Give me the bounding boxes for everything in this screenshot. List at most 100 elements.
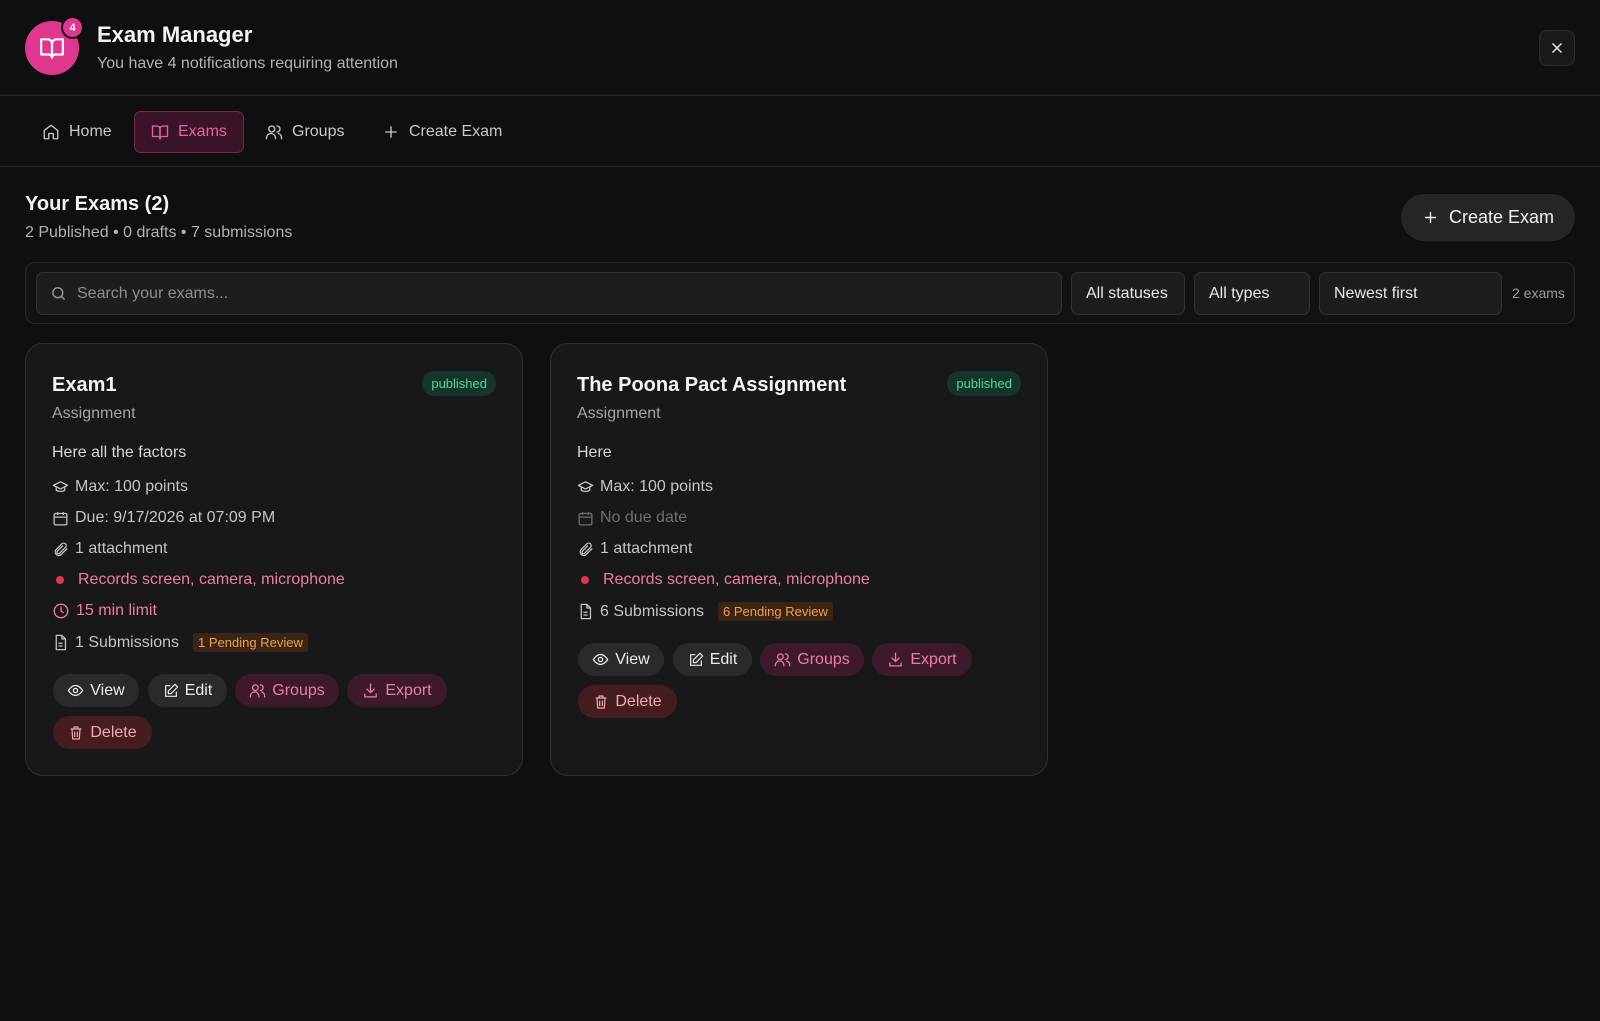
type-filter-select[interactable]: All types <box>1194 272 1310 315</box>
submissions: 6 Submissions <box>600 602 705 620</box>
delete-button[interactable]: Delete <box>53 716 152 749</box>
document-icon <box>55 634 67 651</box>
eye-icon <box>67 684 84 697</box>
trash-icon <box>596 694 607 709</box>
edit-button[interactable]: Edit <box>148 674 227 707</box>
edit-label: Edit <box>184 681 213 699</box>
max-points: Max: 100 points <box>600 478 713 495</box>
users-icon <box>265 125 283 140</box>
search-input[interactable] <box>77 284 1037 303</box>
tab-label: Create Exam <box>409 123 503 140</box>
export-button[interactable]: Export <box>872 643 972 676</box>
edit-button[interactable]: Edit <box>673 643 752 676</box>
plus-icon <box>1424 211 1437 224</box>
plus-icon <box>385 126 397 138</box>
notification-badge[interactable]: 4 <box>61 16 84 39</box>
sort-select[interactable]: Newest first <box>1319 272 1502 315</box>
export-button[interactable]: Export <box>347 674 447 707</box>
max-points: Max: 100 points <box>75 478 188 495</box>
view-label: View <box>90 681 125 699</box>
delete-label: Delete <box>90 723 137 741</box>
export-label: Export <box>385 681 432 699</box>
exam-summary: 2 Published • 0 drafts • 7 submissions <box>25 224 293 241</box>
close-button[interactable] <box>1539 30 1575 66</box>
view-label: View <box>615 650 650 668</box>
exam-title: Exam1 <box>52 374 117 396</box>
eye-icon <box>592 653 609 666</box>
time-limit: 15 min limit <box>76 602 157 619</box>
exam-description: Here <box>577 444 612 461</box>
create-exam-button[interactable]: Create Exam <box>1401 194 1575 241</box>
recording-dot-icon <box>581 576 589 584</box>
tab-exams[interactable]: Exams <box>134 111 244 153</box>
home-icon <box>43 124 59 140</box>
groups-button[interactable]: Groups <box>760 643 864 676</box>
graduation-cap-icon <box>577 480 594 492</box>
exam-type: Assignment <box>52 405 136 422</box>
book-icon <box>40 38 64 59</box>
tab-label: Groups <box>292 123 345 140</box>
view-button[interactable]: View <box>578 643 664 676</box>
proctoring: Records screen, camera, microphone <box>78 571 345 588</box>
download-icon <box>364 683 378 698</box>
tab-label: Home <box>69 123 112 140</box>
edit-icon <box>164 683 178 697</box>
status-badge: published <box>947 371 1021 396</box>
book-icon <box>151 125 169 140</box>
clock-icon <box>53 603 69 619</box>
paperclip-icon <box>579 542 593 556</box>
trash-icon <box>71 725 82 740</box>
recording-dot-icon <box>56 576 64 584</box>
submissions-row: 6 Submissions 6 Pending Review <box>577 602 833 621</box>
proctoring-row: Records screen, camera, microphone <box>577 571 870 589</box>
pending-review-badge: 1 Pending Review <box>193 633 308 652</box>
export-label: Export <box>910 650 957 668</box>
exam-count: 2 exams <box>1512 285 1565 301</box>
tab-create-exam[interactable]: Create Exam <box>366 111 518 153</box>
tab-label: Exams <box>178 123 227 140</box>
attachments: 1 attachment <box>75 540 168 557</box>
calendar-icon <box>53 511 68 526</box>
view-button[interactable]: View <box>53 674 139 707</box>
page-title: Your Exams (2) <box>25 193 170 215</box>
close-icon <box>1552 43 1562 53</box>
due-date-row: No due date <box>577 509 687 527</box>
exam-card: Exam1 published Assignment Here all the … <box>25 343 523 776</box>
pending-review-badge: 6 Pending Review <box>718 602 833 621</box>
tab-groups[interactable]: Groups <box>249 111 360 153</box>
delete-button[interactable]: Delete <box>578 685 677 718</box>
tab-home[interactable]: Home <box>26 111 128 153</box>
attachments-row: 1 attachment <box>52 540 168 558</box>
submissions-row: 1 Submissions 1 Pending Review <box>52 633 308 652</box>
calendar-icon <box>578 511 593 526</box>
time-limit-row: 15 min limit <box>52 602 157 620</box>
exam-type: Assignment <box>577 405 661 422</box>
search-box <box>36 272 1062 315</box>
graduation-cap-icon <box>52 480 69 492</box>
document-icon <box>580 603 592 620</box>
paperclip-icon <box>54 542 68 556</box>
app-subtitle: You have 4 notifications requiring atten… <box>97 55 398 72</box>
edit-icon <box>689 652 703 666</box>
download-icon <box>889 652 903 667</box>
edit-label: Edit <box>709 650 738 668</box>
status-badge: published <box>422 371 496 396</box>
due-date: Due: 9/17/2026 at 07:09 PM <box>75 509 276 526</box>
app-title: Exam Manager <box>97 22 253 47</box>
exam-title: The Poona Pact Assignment <box>577 374 847 396</box>
due-date-row: Due: 9/17/2026 at 07:09 PM <box>52 509 275 527</box>
app-header: 4 Exam Manager You have 4 notifications … <box>0 0 1600 96</box>
groups-button[interactable]: Groups <box>235 674 339 707</box>
users-icon <box>775 653 791 667</box>
attachments-row: 1 attachment <box>577 540 693 558</box>
max-points-row: Max: 100 points <box>52 478 188 496</box>
delete-label: Delete <box>615 692 662 710</box>
groups-label: Groups <box>797 650 850 668</box>
status-filter-select[interactable]: All statuses <box>1071 272 1185 315</box>
submissions: 1 Submissions <box>75 633 180 651</box>
filter-bar: All statuses All types Newest first 2 ex… <box>25 262 1575 324</box>
proctoring-row: Records screen, camera, microphone <box>52 571 345 589</box>
exam-card: The Poona Pact Assignment published Assi… <box>550 343 1048 776</box>
attachments: 1 attachment <box>600 540 693 557</box>
proctoring: Records screen, camera, microphone <box>603 571 870 588</box>
